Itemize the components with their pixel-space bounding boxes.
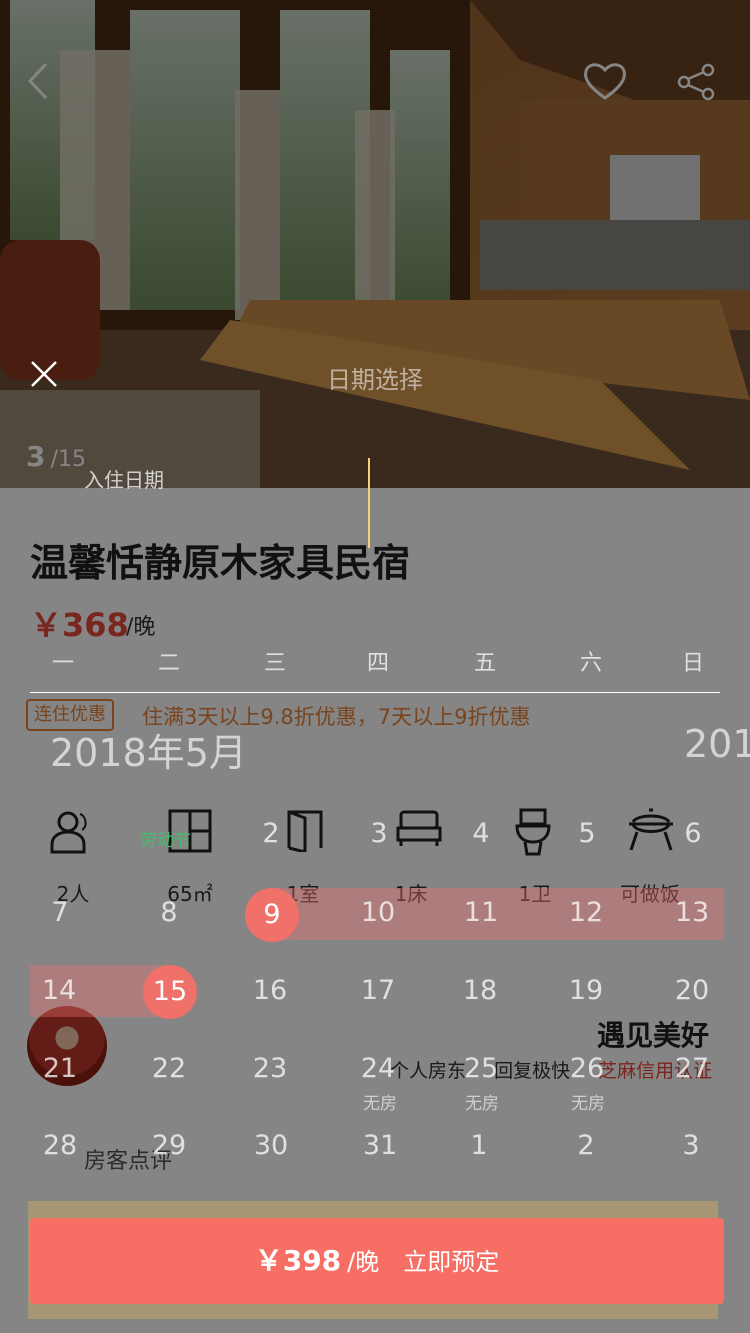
calendar-day[interactable]: 3 [349, 818, 409, 849]
weekday-label: 日 [681, 651, 704, 676]
next-month-title: 201 [684, 722, 750, 766]
calendar-day[interactable]: 5 [557, 818, 617, 849]
holiday-label: 劳动节 [140, 831, 191, 851]
calendar-day[interactable]: 22 [139, 1053, 199, 1084]
calendar-day[interactable]: 27 [662, 1053, 722, 1084]
booking-price-unit: /晚 [347, 1248, 380, 1276]
weekday-label: 三 [263, 651, 286, 676]
calendar-day[interactable]: 1 [449, 1130, 509, 1161]
calendar-day[interactable]: 6 [663, 818, 723, 849]
calendar-day[interactable]: 7 [30, 897, 90, 928]
calendar-day[interactable]: 19 [556, 975, 616, 1006]
calendar-day[interactable]: 21 [30, 1053, 90, 1084]
calendar-day[interactable]: 10 [348, 897, 408, 928]
month-title: 2018年5月 [50, 731, 247, 775]
calendar-day-checkin[interactable]: 9 [245, 888, 299, 942]
weekday-label: 五 [473, 651, 496, 676]
tab-indicator [368, 458, 370, 548]
calendar-day[interactable]: 13 [662, 897, 722, 928]
no-room-label: 无房 [571, 1094, 605, 1114]
calendar-day[interactable]: 2 [556, 1130, 616, 1161]
no-room-label: 无房 [465, 1094, 499, 1114]
checkin-tab[interactable]: 入住日期 [84, 464, 164, 493]
calendar-day[interactable]: 30 [241, 1130, 301, 1161]
calendar-day[interactable]: 17 [348, 975, 408, 1006]
weekday-label: 一 [51, 651, 74, 676]
calendar-day-unavailable: 24 [360, 1053, 396, 1084]
divider [30, 692, 720, 693]
calendar-day[interactable]: 14 [29, 975, 89, 1006]
book-now-button[interactable]: ￥398/晚 立即预定 [30, 1218, 724, 1304]
calendar-day[interactable]: 16 [240, 975, 300, 1006]
calendar-day[interactable]: 28 [30, 1130, 90, 1161]
calendar-day[interactable]: 2 [241, 818, 301, 849]
booking-price: ￥398 [254, 1244, 342, 1277]
calendar-day[interactable]: 18 [450, 975, 510, 1006]
calendar-day[interactable]: 8 [139, 897, 199, 928]
calendar-day-checkout[interactable]: 15 [143, 965, 197, 1019]
calendar-day[interactable]: 29 [139, 1130, 199, 1161]
calendar-day[interactable]: 20 [662, 975, 722, 1006]
calendar-day[interactable]: 23 [240, 1053, 300, 1084]
weekday-label: 六 [579, 651, 602, 676]
calendar-day-unavailable: 25 [463, 1053, 499, 1084]
calendar-day-unavailable: 26 [569, 1053, 605, 1084]
calendar-day[interactable]: 11 [451, 897, 511, 928]
calendar-day[interactable]: 3 [661, 1130, 721, 1161]
calendar-day[interactable]: 31 [350, 1130, 410, 1161]
book-now-label: 立即预定 [403, 1248, 500, 1276]
date-picker-title: 日期选择 [327, 366, 423, 394]
no-room-label: 无房 [363, 1094, 397, 1114]
weekday-label: 二 [157, 651, 180, 676]
weekday-label: 四 [366, 651, 389, 676]
calendar-day[interactable]: 4 [451, 818, 511, 849]
calendar-day[interactable]: 12 [556, 897, 616, 928]
